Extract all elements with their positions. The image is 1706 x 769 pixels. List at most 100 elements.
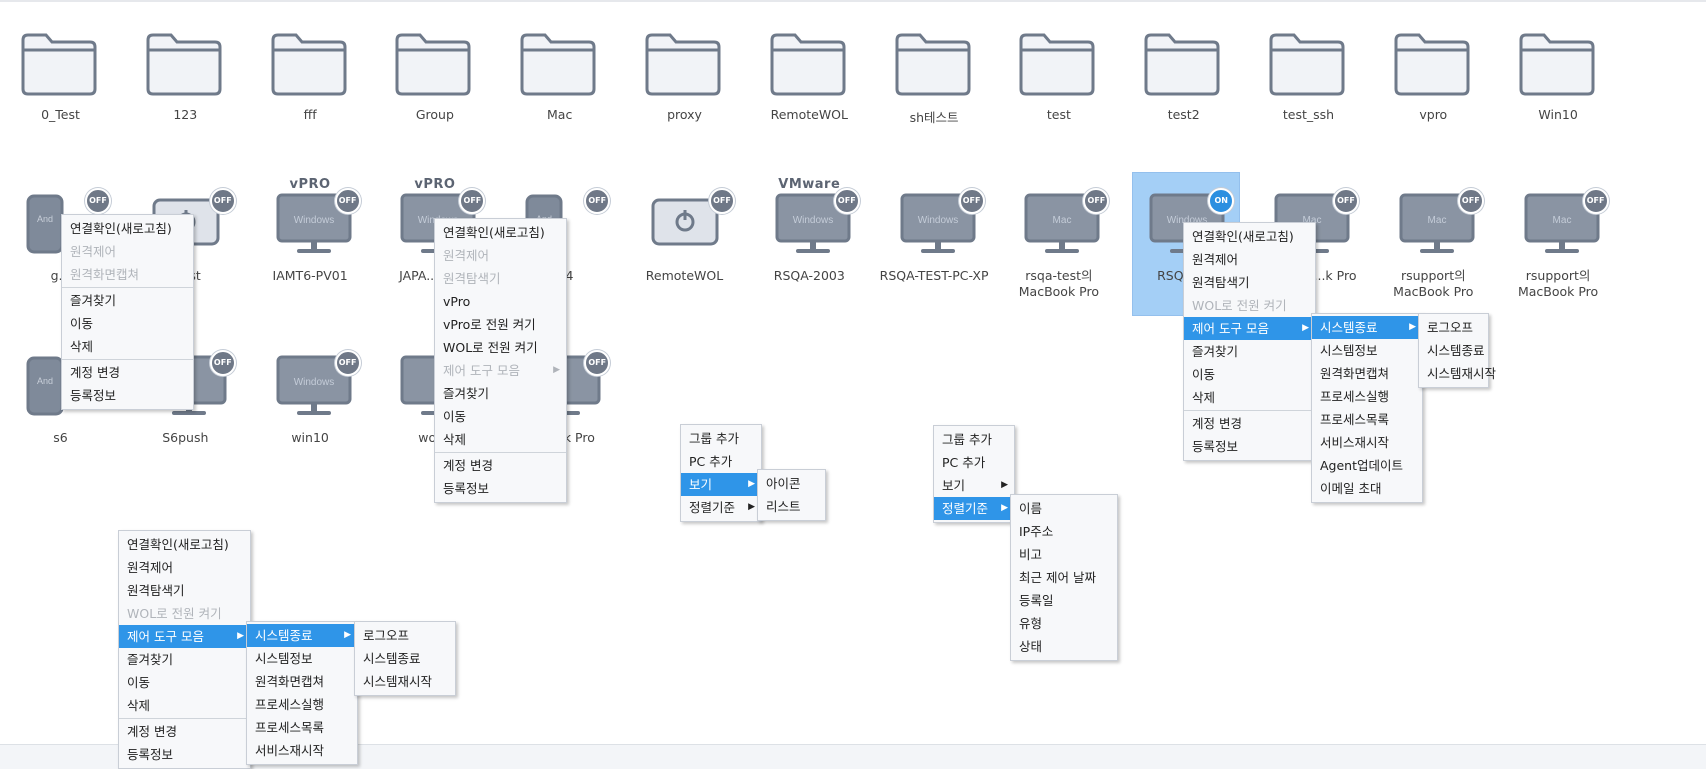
pc-item[interactable]: And OFF s6 — [0, 0, 123, 445]
menu-item-vpro-power-on[interactable]: vPro로 전원 켜기 — [435, 313, 566, 336]
menu-item-email-invite[interactable]: 이메일 초대 — [1312, 477, 1422, 500]
menu-item-refresh[interactable]: 연결확인(새로고침) — [1184, 225, 1315, 248]
context-menu-online-pc-2: 연결확인(새로고침) 원격제어 원격탐색기 WOL로 전원 켜기 제어 도구 모… — [118, 530, 251, 769]
menu-item-sort-ip[interactable]: IP주소 — [1011, 520, 1117, 543]
menu-item-favorite[interactable]: 즐겨찾기 — [62, 289, 193, 312]
pc-item[interactable]: MacOFF...port의 ...k Pro — [1246, 0, 1371, 283]
menu-item-view[interactable]: 보기 ▶ — [934, 474, 1014, 497]
menu-item-list-view[interactable]: 리스트 — [758, 495, 825, 518]
menu-item-process-list[interactable]: 프로세스목록 — [1312, 408, 1422, 431]
menu-item-control-tools[interactable]: 제어 도구 모음 ▶ — [435, 359, 566, 382]
menu-item-move[interactable]: 이동 — [1184, 363, 1315, 386]
menu-item-properties[interactable]: 등록정보 — [435, 477, 566, 500]
menu-item-system-restart[interactable]: 시스템재시작 — [1419, 362, 1496, 385]
menu-item-system-info[interactable]: 시스템정보 — [247, 647, 357, 670]
menu-item-control-tools[interactable]: 제어 도구 모음 ▶ — [1184, 317, 1315, 340]
menu-item-remote-explorer[interactable]: 원격탐색기 — [1184, 271, 1315, 294]
menu-item-remote-control[interactable]: 원격제어 — [62, 240, 193, 263]
menu-item-add-group[interactable]: 그룹 추가 — [934, 428, 1014, 451]
menu-item-wol-power-on[interactable]: WOL로 전원 켜기 — [1184, 294, 1315, 317]
pc-item[interactable]: Mac OFF rsqa-test의 MacBook Pro — [996, 0, 1121, 299]
status-badge: OFF — [209, 350, 236, 376]
menu-item-change-account[interactable]: 계정 변경 — [1184, 412, 1315, 435]
menu-item-restart-service[interactable]: 서비스재시작 — [1312, 431, 1422, 454]
menu-item-sort-note[interactable]: 비고 — [1011, 543, 1117, 566]
menu-item-sort[interactable]: 정렬기준 ▶ — [934, 497, 1014, 520]
pc-item[interactable]: Windows OFF win10 — [248, 0, 373, 445]
menu-item-favorite[interactable]: 즐겨찾기 — [119, 648, 250, 671]
pc-item[interactable]: OFF...의 ...k Pro — [497, 0, 622, 445]
menu-item-system-restart[interactable]: 시스템재시작 — [355, 670, 455, 693]
menu-item-remote-control[interactable]: 원격제어 — [1184, 248, 1315, 271]
menu-item-refresh[interactable]: 연결확인(새로고침) — [435, 221, 566, 244]
menu-item-sort-status[interactable]: 상태 — [1011, 635, 1117, 658]
menu-item-favorite[interactable]: 즐겨찾기 — [1184, 340, 1315, 363]
menu-item-restart-service[interactable]: 서비스재시작 — [247, 739, 357, 762]
menu-item-screen-capture[interactable]: 원격화면캡쳐 — [247, 670, 357, 693]
submenu-sort: 이름 IP주소 비고 최근 제어 날짜 등록일 유형 상태 — [1010, 494, 1118, 661]
menu-item-system-shutdown[interactable]: 시스템종료 — [1419, 339, 1488, 362]
pc-item[interactable]: Mac OFF rsupport의 MacBook Pro — [1371, 0, 1496, 299]
menu-item-properties[interactable]: 등록정보 — [1184, 435, 1315, 458]
menu-item-logoff[interactable]: 로그오프 — [355, 624, 455, 647]
menu-item-remote-control[interactable]: 원격제어 — [435, 244, 566, 267]
pc-item[interactable]: OFF RemoteWOL — [622, 0, 747, 283]
pc-item[interactable]: OFFwol... — [372, 0, 497, 445]
menu-item-wol-power-on[interactable]: WOL로 전원 켜기 — [119, 602, 250, 625]
svg-text:Windows: Windows — [293, 215, 334, 226]
pc-item[interactable]: OFF S6push — [123, 0, 248, 445]
status-badge: OFF — [1582, 188, 1609, 214]
menu-item-wol-power-on[interactable]: WOL로 전원 켜기 — [435, 336, 566, 359]
menu-item-remote-explorer[interactable]: 원격탐색기 — [119, 579, 250, 602]
menu-item-refresh[interactable]: 연결확인(새로고침) — [62, 217, 193, 240]
menu-item-system-info[interactable]: 시스템정보 — [1312, 339, 1422, 362]
menu-item-sort-type[interactable]: 유형 — [1011, 612, 1117, 635]
menu-item-change-account[interactable]: 계정 변경 — [62, 361, 193, 384]
menu-item-move[interactable]: 이동 — [62, 312, 193, 335]
menu-item-screen-capture[interactable]: 원격화면캡쳐 — [62, 263, 193, 286]
menu-item-add-group[interactable]: 그룹 추가 — [681, 427, 761, 450]
status-badge: OFF — [85, 188, 111, 214]
menu-item-screen-capture[interactable]: 원격화면캡쳐 — [1312, 362, 1422, 385]
menu-item-sort[interactable]: 정렬기준 ▶ — [681, 496, 761, 519]
pc-item[interactable]: VMware Windows OFF RSQA-2003 — [747, 0, 872, 283]
menu-item-add-pc[interactable]: PC 추가 — [934, 451, 1014, 474]
menu-item-delete[interactable]: 삭제 — [1184, 386, 1315, 409]
menu-item-logoff[interactable]: 로그오프 — [1419, 316, 1488, 339]
menu-item-add-pc[interactable]: PC 추가 — [681, 450, 761, 473]
menu-item-refresh[interactable]: 연결확인(새로고침) — [119, 533, 250, 556]
menu-item-vpro[interactable]: vPro — [435, 290, 566, 313]
status-badge: ON — [1208, 188, 1235, 214]
menu-item-change-account[interactable]: 계정 변경 — [119, 720, 250, 743]
menu-item-remote-control[interactable]: 원격제어 — [119, 556, 250, 579]
menu-item-sort-last-control[interactable]: 최근 제어 날짜 — [1011, 566, 1117, 589]
pc-label: RSQA-TEST-PC-XP — [879, 268, 989, 283]
menu-item-delete[interactable]: 삭제 — [435, 428, 566, 451]
menu-item-sort-name[interactable]: 이름 — [1011, 497, 1117, 520]
menu-item-properties[interactable]: 등록정보 — [62, 384, 193, 407]
menu-item-delete[interactable]: 삭제 — [62, 335, 193, 358]
menu-item-change-account[interactable]: 계정 변경 — [435, 454, 566, 477]
menu-item-move[interactable]: 이동 — [435, 405, 566, 428]
menu-item-remote-explorer[interactable]: 원격탐색기 — [435, 267, 566, 290]
menu-item-shutdown[interactable]: 시스템종료 ▶ — [247, 624, 357, 647]
menu-item-agent-update[interactable]: Agent업데이트 — [1312, 454, 1422, 477]
menu-item-properties[interactable]: 등록정보 — [119, 743, 250, 766]
pc-item[interactable]: Windows OFF RSQA-TEST-PC-XP — [872, 0, 997, 283]
menu-item-control-tools[interactable]: 제어 도구 모음 ▶ — [119, 625, 250, 648]
svg-text:Windows: Windows — [793, 215, 834, 226]
pc-item[interactable]: Mac OFF rsupport의 MacBook Pro — [1496, 0, 1621, 299]
menu-item-delete[interactable]: 삭제 — [119, 694, 250, 717]
menu-item-move[interactable]: 이동 — [119, 671, 250, 694]
menu-item-process-list[interactable]: 프로세스목록 — [247, 716, 357, 739]
menu-item-sort-registered[interactable]: 등록일 — [1011, 589, 1117, 612]
menu-item-shutdown[interactable]: 시스템종료 ▶ — [1312, 316, 1422, 339]
menu-item-system-shutdown[interactable]: 시스템종료 — [355, 647, 455, 670]
menu-item-run-process[interactable]: 프로세스실행 — [247, 693, 357, 716]
pc-item[interactable]: WindowsONRSQA_... — [1121, 0, 1246, 283]
menu-item-label: 보기 — [942, 478, 966, 493]
menu-item-favorite[interactable]: 즐겨찾기 — [435, 382, 566, 405]
menu-item-view[interactable]: 보기 ▶ — [681, 473, 761, 496]
menu-item-icon-view[interactable]: 아이콘 — [758, 472, 825, 495]
menu-item-run-process[interactable]: 프로세스실행 — [1312, 385, 1422, 408]
